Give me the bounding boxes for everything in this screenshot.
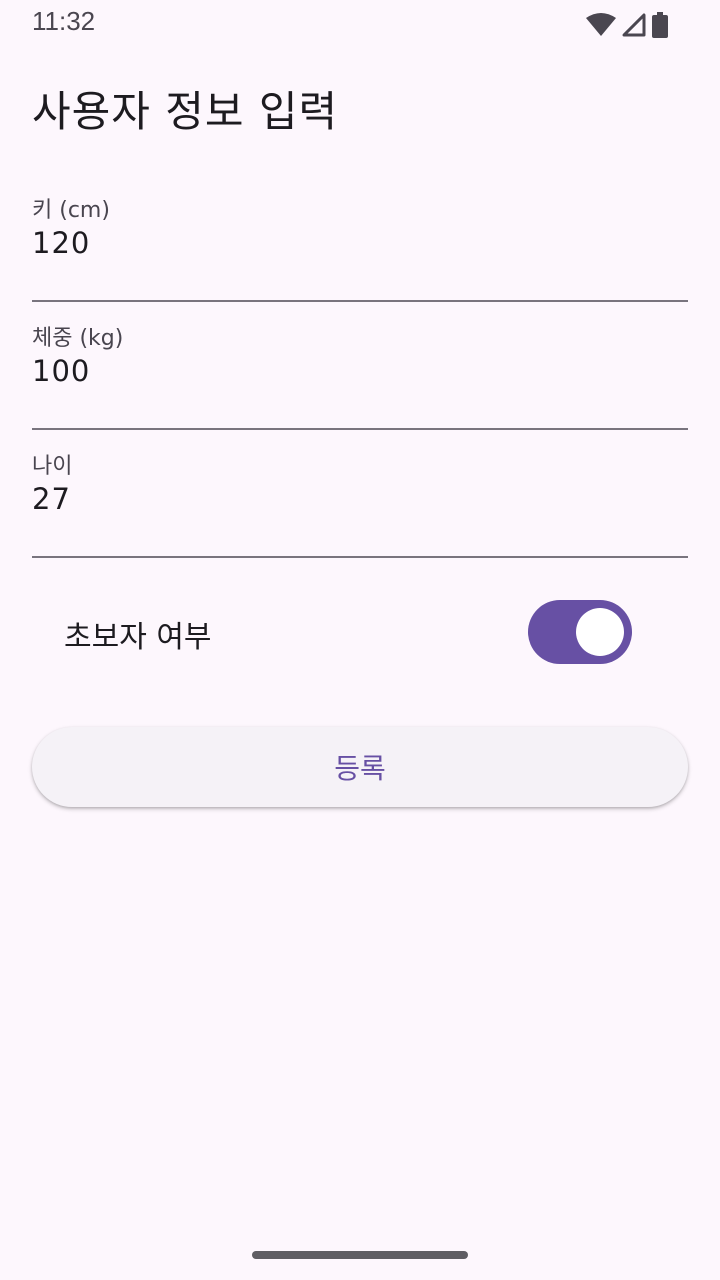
status-icons (586, 10, 668, 40)
register-button[interactable]: 등록 (32, 727, 688, 807)
beginner-switch-row: 초보자 여부 (32, 590, 688, 674)
weight-input[interactable] (32, 354, 672, 388)
weight-field[interactable]: 체중 (kg) (32, 320, 688, 430)
status-time: 11:32 (32, 6, 96, 36)
age-input[interactable] (32, 482, 672, 516)
height-field-label: 키 (cm) (32, 198, 110, 223)
beginner-switch-label: 초보자 여부 (64, 620, 212, 655)
wifi-icon (586, 13, 616, 36)
height-input[interactable] (32, 226, 672, 260)
beginner-toggle-switch[interactable] (528, 600, 632, 664)
gesture-navigation-bar[interactable] (252, 1251, 468, 1259)
age-field[interactable]: 나이 (32, 448, 688, 558)
battery-icon (652, 12, 668, 38)
status-bar: 11:32 (0, 0, 720, 48)
page-title: 사용자 정보 입력 (32, 87, 339, 136)
cell-signal-icon (622, 13, 646, 37)
height-field[interactable]: 키 (cm) (32, 192, 688, 302)
age-field-label: 나이 (32, 454, 73, 479)
switch-thumb (576, 608, 624, 656)
weight-field-label: 체중 (kg) (32, 326, 124, 351)
